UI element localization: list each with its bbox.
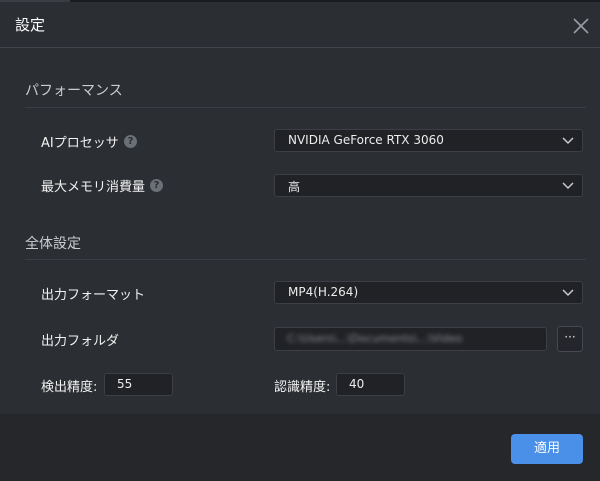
max-memory-help-icon[interactable]: ?	[150, 179, 163, 192]
max-memory-label: 最大メモリ消費量	[41, 180, 146, 195]
ai-processor-help-icon[interactable]: ?	[124, 135, 137, 148]
performance-section-title: パフォーマンス	[25, 83, 123, 99]
titlebar-divider	[0, 47, 600, 48]
performance-section-divider	[25, 107, 586, 108]
recognition-accuracy-input[interactable]: 40	[336, 373, 405, 396]
ai-processor-label: AIプロセッサ	[41, 136, 119, 151]
dialog-titlebar: 設定	[0, 2, 600, 46]
dialog-footer	[0, 414, 600, 481]
chevron-down-icon	[562, 137, 574, 145]
ai-processor-value: NVIDIA GeForce RTX 3060	[288, 133, 444, 147]
general-section-divider	[25, 259, 586, 260]
output-format-select[interactable]: MP4(H.264)	[274, 281, 583, 304]
max-memory-value: 高	[288, 180, 301, 194]
chevron-down-icon	[562, 289, 574, 297]
apply-button[interactable]: 適用	[511, 434, 583, 464]
ai-processor-select[interactable]: NVIDIA GeForce RTX 3060	[274, 129, 583, 152]
close-button[interactable]	[570, 15, 592, 37]
output-format-value: MP4(H.264)	[288, 285, 359, 299]
max-memory-select[interactable]: 高	[274, 174, 583, 197]
chevron-down-icon	[562, 182, 574, 190]
output-folder-path: C:\Users\...\Documents\...\Video	[287, 332, 463, 345]
browse-folder-button[interactable]: ···	[557, 326, 583, 352]
general-section-title: 全体設定	[25, 236, 81, 252]
close-icon	[573, 18, 589, 34]
output-folder-field[interactable]: C:\Users\...\Documents\...\Video	[274, 327, 547, 351]
dialog-title: 設定	[15, 16, 46, 34]
recognition-accuracy-label: 認識精度:	[274, 380, 331, 395]
detection-accuracy-label: 検出精度:	[41, 380, 98, 395]
output-folder-label: 出力フォルダ	[41, 334, 120, 349]
detection-accuracy-input[interactable]: 55	[104, 373, 173, 396]
output-format-label: 出力フォーマット	[41, 288, 146, 303]
